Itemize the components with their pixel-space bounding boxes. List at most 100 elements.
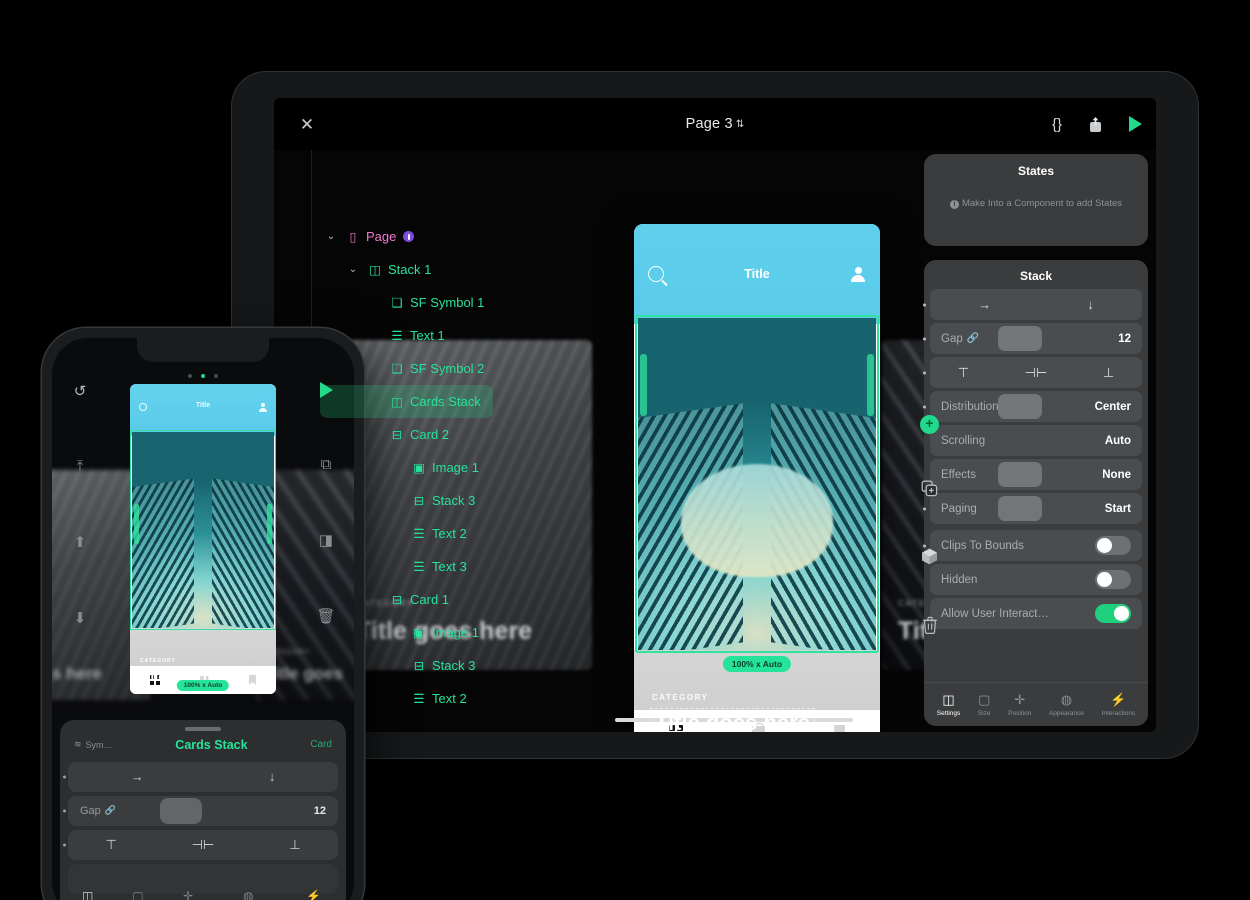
toggle-switch[interactable] [1095,570,1131,589]
align-top-icon[interactable]: ⊤ [958,365,969,381]
code-button[interactable]: {} [1052,117,1062,132]
trash-icon[interactable] [922,616,938,638]
scrolling-row[interactable]: Scrolling Auto [930,425,1142,456]
share-icon[interactable] [1088,116,1103,133]
effects-value[interactable]: None [1102,469,1131,481]
arrow-right-icon[interactable]: → [978,297,991,312]
distribution-value[interactable]: Center [1095,401,1131,413]
toggle-rows: Clips To Bounds Hidden Allow User Interact… [923,530,1142,629]
iphone-gap-row[interactable]: Gap 🔗 12 [63,795,338,826]
layer-row-card-1[interactable]: ⊟ Card 1 [320,583,570,616]
iphone-selection-handle-right[interactable] [267,504,272,544]
link-icon[interactable]: 🔗 [105,805,116,816]
distribution-chip[interactable] [998,394,1042,419]
move-down-icon[interactable]: ⬇ [74,609,87,627]
layer-row-stack-1[interactable]: ⌄ ◫ Stack 1 [320,253,570,286]
layer-row-image-1[interactable]: ▣ Image 1 [320,451,570,484]
effects-chip[interactable] [998,462,1042,487]
layer-row-card-2[interactable]: ⊟ Card 2 [320,418,570,451]
chevron-down-icon[interactable]: ⌄ [342,264,364,275]
layer-row-text-1[interactable]: ☰ Text 1 [320,319,570,352]
arrow-down-icon[interactable]: ↓ [269,769,276,784]
tab-settings[interactable]: ◫Settings [937,690,961,719]
axis-row[interactable]: → ↓ [923,289,1142,320]
gap-value[interactable]: 12 [1118,333,1131,345]
layer-row-stack-3[interactable]: ⊟ Stack 3 [320,649,570,682]
tab-size[interactable]: ▢Size [132,889,144,900]
tab-interactions[interactable]: ⚡Interactions [298,889,329,900]
toggle-switch[interactable] [1095,536,1131,555]
gap-row[interactable]: Gap 🔗 12 [923,323,1142,354]
arrow-down-icon[interactable]: ↓ [1087,297,1094,312]
bring-front-icon[interactable]: ⤒ [77,458,84,475]
selection-handle-right[interactable] [867,354,874,416]
iphone-axis-row[interactable]: → ↓ [63,761,338,792]
person-icon[interactable] [851,266,866,282]
page-dots[interactable] [188,374,218,378]
tab-position[interactable]: ✛Position [1008,690,1031,719]
cube-icon[interactable]: ◨ [319,531,333,549]
iphone-gap-value[interactable]: 12 [314,805,326,817]
cube-icon[interactable] [920,547,939,570]
arrow-right-icon[interactable]: → [131,769,144,784]
duplicate-icon[interactable]: ⧉ [321,456,332,473]
paging-row[interactable]: Paging Start [923,493,1142,524]
layer-row-sf-symbol-1[interactable]: ❏ SF Symbol 1 [320,286,570,319]
layer-row-text-2[interactable]: ☰ Text 2 [320,682,570,715]
layer-row-image-1[interactable]: ▣ Image 1 [320,616,570,649]
card-title-label[interactable]: Title goes here [650,708,815,732]
symbol-breadcrumb[interactable]: ≋ Sym… [74,739,113,750]
align-middle-icon[interactable]: ⊣⊢ [192,837,215,853]
page-title[interactable]: Page 3 ⇅ [274,116,1156,132]
layer-row-page[interactable]: ⌄ ▯ Page [320,220,570,253]
distribution-row[interactable]: Distribution Center [923,391,1142,422]
align-bottom-icon[interactable]: ⊥ [1103,365,1114,381]
iphone-selection-handle-left[interactable] [134,504,139,544]
clips-to-bounds-row[interactable]: Clips To Bounds [923,530,1142,561]
close-icon[interactable]: ✕ [274,116,340,133]
gap-slider-chip[interactable] [998,326,1042,351]
tab-appearance[interactable]: ◍Appearance [232,889,264,900]
iphone-preview-frame[interactable]: Title CATEGORY Title goes here 100% x Au… [130,384,276,694]
preview-frame[interactable]: Title CATEGORY Title goes here 100% x Au… [634,224,880,732]
effects-row[interactable]: Effects None [930,459,1142,490]
iphone-gap-label: Gap [80,804,101,817]
move-up-icon[interactable]: ⬆ [74,533,87,551]
allow-user-interact-row[interactable]: Allow User Interact… [930,598,1142,629]
play-icon[interactable] [319,382,333,398]
toggle-switch[interactable] [1095,604,1131,623]
scrolling-value[interactable]: Auto [1105,435,1131,447]
paging-value[interactable]: Start [1105,503,1131,515]
iphone-align-row[interactable]: ⊤ ⊣⊢ ⊥ [63,829,338,860]
person-icon[interactable] [259,403,267,412]
align-bottom-icon[interactable]: ⊥ [289,837,300,853]
selection-handle-left[interactable] [640,354,647,416]
bookmark-icon[interactable] [248,675,256,685]
align-row[interactable]: ⊤ ⊣⊢ ⊥ [923,357,1142,388]
chevron-down-icon[interactable]: ⌄ [320,231,342,242]
link-icon[interactable]: 🔗 [967,333,979,344]
align-middle-icon[interactable]: ⊣⊢ [1025,365,1048,381]
iphone-gap-slider-chip[interactable] [160,797,202,824]
layer-row-sf-symbol-2[interactable]: ❏ SF Symbol 2 [320,352,570,385]
tab-settings[interactable]: ◫Settings [77,889,99,900]
tab-interactions[interactable]: ⚡Interactions [1102,690,1136,719]
duplicate-icon[interactable] [921,480,938,501]
trash-icon[interactable]: 🗑 [316,607,335,625]
align-top-icon[interactable]: ⊤ [105,837,116,853]
layer-row-text-3[interactable]: ☰ Text 3 [320,550,570,583]
undo-icon[interactable]: ↺ [74,382,87,400]
layer-row-text-2[interactable]: ☰ Text 2 [320,517,570,550]
tab-position[interactable]: ✛Position [177,889,198,900]
layer-label: Image 1 [432,460,479,475]
bookmark-icon[interactable] [834,724,846,732]
layer-row-stack-3[interactable]: ⊟ Stack 3 [320,484,570,517]
tab-appearance[interactable]: ◍Appearance [1049,690,1084,719]
paging-chip[interactable] [998,496,1042,521]
preview-card[interactable] [638,318,876,650]
add-icon[interactable]: + [920,415,939,434]
hidden-row[interactable]: Hidden [930,564,1142,595]
tab-size[interactable]: ▢Size [978,690,991,719]
play-button[interactable] [1129,116,1142,132]
card-breadcrumb[interactable]: Card [310,739,332,750]
